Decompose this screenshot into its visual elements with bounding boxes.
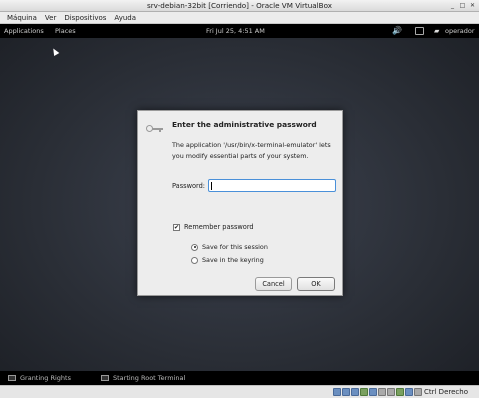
guest-screen[interactable]: Applications Places Fri Jul 25, 4:51 AM … [0,24,479,385]
taskbar-item-label: Granting Rights [20,374,71,382]
accessibility-icon[interactable] [415,27,424,35]
menu-dispositivos[interactable]: Dispositivos [60,12,110,23]
mouse-integration-icon[interactable] [414,388,422,396]
volume-icon[interactable]: 🔊 [392,24,402,38]
radio-save-keyring-label: Save in the keyring [202,256,264,264]
ok-button[interactable]: OK [297,277,335,291]
gnome-top-panel: Applications Places Fri Jul 25, 4:51 AM … [0,24,479,38]
auth-dialog: Enter the administrative password The ap… [137,110,343,296]
window-title: srv-debian-32bit [Corriendo] - Oracle VM… [146,1,333,10]
window-controls: _ □ ✕ [448,1,477,10]
text-caret [211,182,212,190]
vbox-statusbar: Ctrl Derecho [0,385,479,398]
display-icon[interactable] [387,388,395,396]
host-key-label: Ctrl Derecho [424,388,468,396]
mouse-cursor-icon [50,46,60,57]
dialog-title: Enter the administrative password [172,120,317,129]
radio-unselected-icon [191,256,198,264]
close-button[interactable]: ✕ [468,1,477,10]
radio-save-session[interactable]: Save for this session [191,243,268,251]
taskbar-item[interactable]: Starting Root Terminal [101,371,185,385]
places-menu[interactable]: Places [55,24,76,38]
taskbar-item-label: Starting Root Terminal [113,374,186,382]
taskbar-item[interactable]: Granting Rights [8,371,71,385]
radio-save-session-label: Save for this session [202,243,268,251]
minimize-button[interactable]: _ [448,1,457,10]
applications-menu[interactable]: Applications [4,24,44,38]
menu-ayuda[interactable]: Ayuda [110,12,140,23]
network-icon[interactable] [360,388,368,396]
window-titlebar: srv-debian-32bit [Corriendo] - Oracle VM… [0,0,479,12]
maximize-button[interactable]: □ [458,1,467,10]
password-input[interactable] [208,179,336,192]
cpu-icon[interactable] [405,388,413,396]
window-icon [8,375,16,381]
menubar: Máquina Ver Dispositivos Ayuda [0,12,479,24]
menu-ver[interactable]: Ver [41,12,60,23]
checkbox-checked-icon: ✔ [173,223,180,231]
video-capture-icon[interactable] [396,388,404,396]
hard-disk-icon[interactable] [333,388,341,396]
password-label: Password: [172,182,206,190]
usb-icon[interactable] [369,388,377,396]
dialog-message: The application '/usr/bin/x-terminal-emu… [172,141,331,160]
key-icon [146,123,164,133]
cancel-button[interactable]: Cancel [255,277,292,291]
optical-drive-icon[interactable] [342,388,350,396]
menu-maquina[interactable]: Máquina [3,12,41,23]
audio-icon[interactable] [351,388,359,396]
device-icons [333,388,422,396]
radio-save-keyring[interactable]: Save in the keyring [191,256,264,264]
user-menu[interactable]: operador [445,24,475,38]
remember-password-checkbox[interactable]: ✔ Remember password [173,223,254,231]
window-icon [101,375,109,381]
clock[interactable]: Fri Jul 25, 4:51 AM [206,24,265,38]
radio-selected-icon [191,243,198,251]
chat-icon[interactable]: ▰ [434,24,439,38]
shared-folders-icon[interactable] [378,388,386,396]
gnome-bottom-panel: Granting Rights Starting Root Terminal [0,371,479,385]
remember-password-label: Remember password [184,223,254,231]
